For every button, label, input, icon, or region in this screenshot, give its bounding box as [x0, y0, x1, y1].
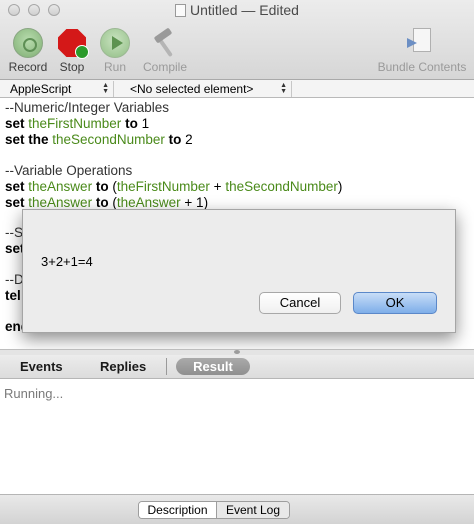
code-comment: --Numeric/Integer Variables [5, 100, 170, 115]
play-icon [100, 28, 130, 58]
language-value: AppleScript [10, 82, 72, 96]
code-line: set theAnswer to (theFirstNumber + theSe… [5, 179, 343, 194]
record-button[interactable]: Record [6, 28, 50, 74]
compile-button[interactable]: Compile [138, 27, 192, 74]
code-line: set the theSecondNumber to 2 [5, 132, 193, 147]
log-tab-bar: Events Replies Result [0, 355, 474, 379]
tab-divider [166, 358, 167, 375]
view-segmented-control: Description Event Log [138, 501, 290, 519]
splitter-handle-icon[interactable] [234, 350, 240, 354]
run-button[interactable]: Run [96, 28, 134, 74]
result-dialog: 3+2+1=4 Cancel OK [22, 209, 456, 333]
document-icon [175, 4, 187, 17]
stop-label: Stop [59, 60, 85, 74]
navigation-bar: AppleScript ▲ ▼ <No selected element> ▲ ▼ [0, 80, 474, 98]
record-icon [13, 28, 43, 58]
language-selector[interactable]: AppleScript ▲ ▼ [2, 81, 114, 97]
window-title-area: Untitled — Edited [0, 2, 474, 18]
tab-events[interactable]: Events [20, 359, 63, 374]
bottom-bar: Description Event Log [0, 494, 474, 524]
tab-result[interactable]: Result [176, 358, 250, 375]
dialog-message: 3+2+1=4 [41, 254, 93, 269]
ok-button[interactable]: OK [353, 292, 437, 314]
stop-icon [57, 28, 89, 59]
compile-label: Compile [142, 60, 187, 74]
code-line: tel [5, 288, 21, 303]
cancel-button[interactable]: Cancel [259, 292, 341, 314]
code-comment: --Variable Operations [5, 163, 133, 178]
running-status: Running... [4, 386, 64, 401]
element-selector[interactable]: <No selected element> ▲ ▼ [116, 81, 292, 97]
tab-replies[interactable]: Replies [100, 359, 146, 374]
bundle-contents-label: Bundle Contents [377, 60, 467, 74]
hammer-icon [150, 27, 180, 58]
code-comment: --D [5, 272, 24, 287]
updown-arrows-icon: ▲ ▼ [102, 82, 109, 95]
updown-arrows-icon: ▲ ▼ [280, 82, 287, 95]
run-label: Run [103, 60, 126, 74]
bundle-contents-icon [407, 28, 437, 58]
record-label: Record [8, 60, 48, 74]
window-title-bar: Untitled — Edited Record Stop Run Compil… [0, 0, 474, 80]
result-pane: Running... [0, 380, 474, 494]
stop-button[interactable]: Stop [52, 28, 92, 74]
element-value: <No selected element> [130, 82, 254, 96]
window-title: Untitled — Edited [190, 2, 299, 18]
code-line: set theFirstNumber to 1 [5, 116, 150, 131]
bundle-contents-button[interactable]: Bundle Contents [372, 28, 472, 74]
description-segment[interactable]: Description [139, 502, 217, 518]
code-comment: --S [5, 225, 23, 240]
event-log-segment[interactable]: Event Log [217, 502, 289, 518]
